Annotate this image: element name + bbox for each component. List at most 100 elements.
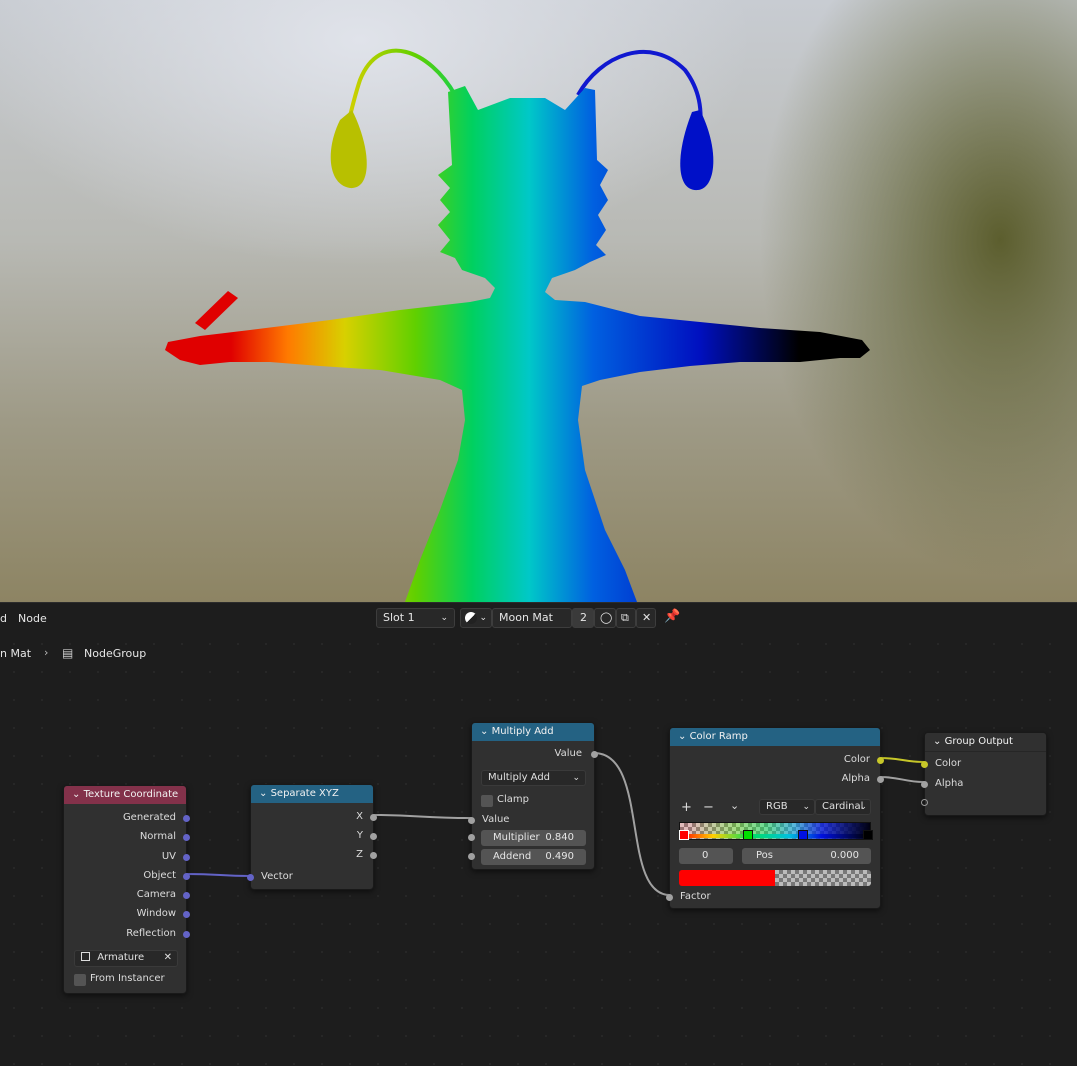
- material-name: Moon Mat: [499, 611, 553, 624]
- chevron-down-icon: ⌄: [440, 613, 448, 623]
- node-color-ramp[interactable]: ⌄ Color Ramp Color Alpha + − ⌄ RGB ⌄ Car…: [666, 727, 884, 909]
- object-field[interactable]: Armature ✕: [74, 950, 178, 967]
- node-title: Group Output: [944, 736, 1013, 747]
- socket-normal[interactable]: [183, 834, 190, 841]
- socket-factor-input[interactable]: [666, 894, 673, 901]
- socket-vector-input[interactable]: [247, 874, 254, 881]
- pos-field[interactable]: Pos 0.000: [742, 848, 871, 864]
- link-value-to-factor: [593, 752, 671, 896]
- close-icon: ✕: [642, 611, 652, 624]
- interpolation-dropdown[interactable]: Cardinal ⌄: [815, 799, 871, 815]
- socket-value-input[interactable]: [468, 817, 475, 824]
- socket-label-camera: Camera: [136, 889, 176, 900]
- chevron-down-icon: ⌄: [802, 802, 810, 812]
- socket-value-output[interactable]: [591, 751, 598, 758]
- pos-label: Pos: [756, 850, 774, 861]
- close-icon[interactable]: ✕: [164, 951, 172, 965]
- material-name-field[interactable]: Moon Mat: [492, 608, 572, 628]
- collapse-arrow-icon[interactable]: ⌄: [259, 788, 267, 799]
- socket-y[interactable]: [370, 833, 377, 840]
- socket-reflection[interactable]: [183, 931, 190, 938]
- node-header[interactable]: ⌄ Multiply Add: [472, 723, 594, 741]
- socket-window[interactable]: [183, 911, 190, 918]
- material-browse-button[interactable]: ⌄: [460, 608, 492, 628]
- unlink-button[interactable]: ✕: [636, 608, 656, 628]
- link-object-to-vector: [185, 873, 251, 877]
- operation-dropdown[interactable]: Multiply Add ⌄: [481, 770, 586, 786]
- socket-label-uv: UV: [161, 851, 176, 862]
- menu-item-partial[interactable]: d: [0, 612, 7, 625]
- node-header[interactable]: ⌄ Group Output: [925, 733, 1046, 752]
- socket-multiplier[interactable]: [468, 834, 475, 841]
- stop-marker-red[interactable]: [679, 830, 689, 840]
- stop-index: 0: [702, 850, 709, 861]
- stop-marker-blue[interactable]: [798, 830, 808, 840]
- node-group-icon: ▤: [62, 646, 74, 660]
- socket-label-reflection: Reflection: [126, 928, 176, 939]
- addend-field[interactable]: Addend 0.490: [481, 849, 586, 865]
- socket-label-z: Z: [356, 849, 363, 860]
- menu-node[interactable]: Node: [18, 612, 47, 625]
- socket-empty-input[interactable]: [921, 799, 928, 806]
- stop-index-field[interactable]: 0: [679, 848, 733, 864]
- from-instancer-checkbox[interactable]: [74, 974, 86, 986]
- socket-label-generated: Generated: [122, 812, 176, 823]
- breadcrumb-parent[interactable]: n Mat: [0, 647, 31, 660]
- operation-value: Multiply Add: [488, 772, 551, 783]
- remove-stop-icon[interactable]: −: [703, 800, 714, 815]
- user-count: 2: [580, 611, 587, 624]
- socket-label-normal: Normal: [139, 831, 176, 842]
- socket-addend[interactable]: [468, 853, 475, 860]
- pin-icon[interactable]: 📌: [664, 609, 680, 624]
- socket-label-x: X: [356, 811, 363, 822]
- clamp-checkbox[interactable]: [481, 795, 493, 807]
- socket-color-input[interactable]: [921, 761, 928, 768]
- breadcrumb-current[interactable]: NodeGroup: [84, 647, 146, 660]
- multiplier-label: Multiplier: [493, 832, 540, 843]
- socket-label-color-input: Color: [935, 758, 962, 769]
- socket-z[interactable]: [370, 852, 377, 859]
- pos-value: 0.000: [830, 850, 859, 861]
- socket-camera[interactable]: [183, 892, 190, 899]
- socket-label-object: Object: [143, 870, 176, 881]
- socket-alpha-input[interactable]: [921, 781, 928, 788]
- slot-dropdown[interactable]: Slot 1 ⌄: [376, 608, 455, 628]
- stop-marker-green[interactable]: [743, 830, 753, 840]
- fake-user-button[interactable]: ◯: [594, 608, 616, 628]
- editor-header: d Node Slot 1 ⌄ ⌄ Moon Mat 2 ◯ ⧉ ✕ 📌: [0, 602, 1077, 633]
- socket-alpha-output[interactable]: [877, 776, 884, 783]
- color-mode-dropdown[interactable]: RGB ⌄: [759, 799, 815, 815]
- duplicate-icon: ⧉: [621, 611, 629, 624]
- socket-uv[interactable]: [183, 854, 190, 861]
- addend-label: Addend: [493, 851, 532, 862]
- stop-color-swatch[interactable]: [679, 870, 871, 886]
- node-header[interactable]: ⌄ Separate XYZ: [251, 785, 373, 803]
- shader-node-editor[interactable]: d Node Slot 1 ⌄ ⌄ Moon Mat 2 ◯ ⧉ ✕ 📌 n M…: [0, 602, 1077, 1066]
- link-x-to-value: [372, 814, 472, 819]
- node-separate-xyz[interactable]: ⌄ Separate XYZ X Y Z Vector: [247, 784, 377, 890]
- 3d-viewport[interactable]: [0, 0, 1077, 602]
- node-multiply-add[interactable]: ⌄ Multiply Add Value Multiply Add ⌄ Clam…: [468, 722, 598, 870]
- node-header[interactable]: ⌄ Texture Coordinate: [64, 786, 186, 804]
- node-group-output[interactable]: ⌄ Group Output Color Alpha: [921, 732, 1047, 816]
- user-count-badge[interactable]: 2: [572, 608, 594, 628]
- add-stop-icon[interactable]: +: [681, 800, 692, 815]
- collapse-arrow-icon[interactable]: ⌄: [933, 736, 941, 747]
- chevron-down-icon[interactable]: ⌄: [730, 799, 739, 812]
- collapse-arrow-icon[interactable]: ⌄: [72, 789, 80, 800]
- collapse-arrow-icon[interactable]: ⌄: [480, 726, 488, 737]
- character-render: [165, 48, 870, 602]
- stop-marker-black[interactable]: [863, 830, 873, 840]
- duplicate-button[interactable]: ⧉: [616, 608, 636, 628]
- node-texture-coordinate[interactable]: ⌄ Texture Coordinate Generated Normal UV…: [63, 785, 190, 994]
- socket-x[interactable]: [370, 814, 377, 821]
- object-value: Armature: [97, 952, 145, 963]
- multiplier-field[interactable]: Multiplier 0.840: [481, 830, 586, 846]
- node-header[interactable]: ⌄ Color Ramp: [670, 728, 880, 746]
- socket-object[interactable]: [183, 873, 190, 880]
- socket-generated[interactable]: [183, 815, 190, 822]
- socket-color-output[interactable]: [877, 757, 884, 764]
- color-mode-value: RGB: [766, 801, 788, 812]
- node-title: Multiply Add: [491, 726, 554, 737]
- collapse-arrow-icon[interactable]: ⌄: [678, 731, 686, 742]
